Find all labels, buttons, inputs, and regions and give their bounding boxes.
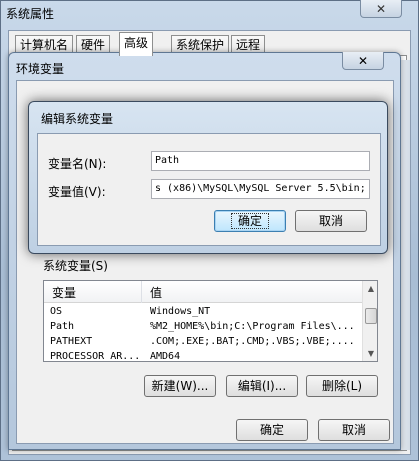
list-header: 变量 值 — [44, 281, 362, 303]
variable-value: %M2_HOME%\bin;C:\Program Files\... — [150, 321, 355, 332]
scroll-thumb[interactable] — [365, 308, 377, 324]
variable-value-field[interactable]: s (x86)\MySQL\MySQL Server 5.5\bin; — [151, 179, 370, 199]
variable-name: PATHEXT — [50, 336, 93, 347]
edit-ok-button[interactable]: 确定 — [214, 210, 286, 232]
close-icon: ✕ — [357, 53, 369, 68]
table-row[interactable]: OS Windows_NT — [44, 305, 362, 320]
system-properties-title: 系统属性 — [6, 7, 55, 21]
delete-variable-button[interactable]: 删除(L) — [306, 375, 378, 397]
variable-value: AMD64 — [150, 351, 181, 362]
table-row[interactable]: PATHEXT .COM;.EXE;.BAT;.CMD;.VBS;.VBE;..… — [44, 335, 362, 350]
variable-value: .COM;.EXE;.BAT;.CMD;.VBS;.VBE;.... — [150, 336, 355, 347]
environment-variables-close-button[interactable]: ✕ — [342, 52, 384, 70]
close-icon: ✕ — [375, 1, 387, 16]
variable-value-label: 变量值(V): — [48, 185, 106, 199]
column-divider[interactable] — [141, 281, 142, 303]
edit-cancel-button[interactable]: 取消 — [295, 210, 367, 232]
scroll-down-arrow-icon[interactable]: ▼ — [363, 346, 377, 361]
env-ok-button[interactable]: 确定 — [236, 419, 308, 441]
system-variables-list[interactable]: 变量 值 OS Windows_NT Path %M2_HOME%\bin;C:… — [43, 280, 378, 362]
tab-advanced[interactable]: 高级 — [119, 32, 154, 56]
env-cancel-button[interactable]: 取消 — [318, 419, 390, 441]
variable-name-field[interactable]: Path — [151, 151, 370, 171]
scroll-up-arrow-icon[interactable]: ▲ — [363, 281, 377, 296]
edit-dialog-title: 编辑系统变量 — [41, 112, 114, 126]
variable-name: OS — [50, 306, 63, 317]
new-variable-button[interactable]: 新建(W)... — [144, 375, 216, 397]
variable-name: PROCESSOR_AR... — [50, 351, 141, 362]
system-properties-close-button[interactable]: ✕ — [360, 0, 402, 18]
table-row[interactable]: Path %M2_HOME%\bin;C:\Program Files\... — [44, 320, 362, 335]
variable-name: Path — [50, 321, 75, 332]
variable-value: Windows_NT — [150, 306, 211, 317]
system-variables-label: 系统变量(S) — [43, 259, 108, 273]
table-row[interactable]: PROCESSOR_AR... AMD64 — [44, 350, 362, 362]
column-header-variable[interactable]: 变量 — [52, 284, 76, 301]
column-header-value[interactable]: 值 — [150, 284, 162, 301]
edit-variable-button[interactable]: 编辑(I)... — [226, 375, 298, 397]
variable-name-label: 变量名(N): — [48, 157, 107, 171]
edit-ok-label: 确定 — [230, 213, 269, 229]
list-scrollbar[interactable]: ▲ ▼ — [362, 281, 377, 361]
environment-variables-title: 环境变量 — [16, 62, 65, 76]
